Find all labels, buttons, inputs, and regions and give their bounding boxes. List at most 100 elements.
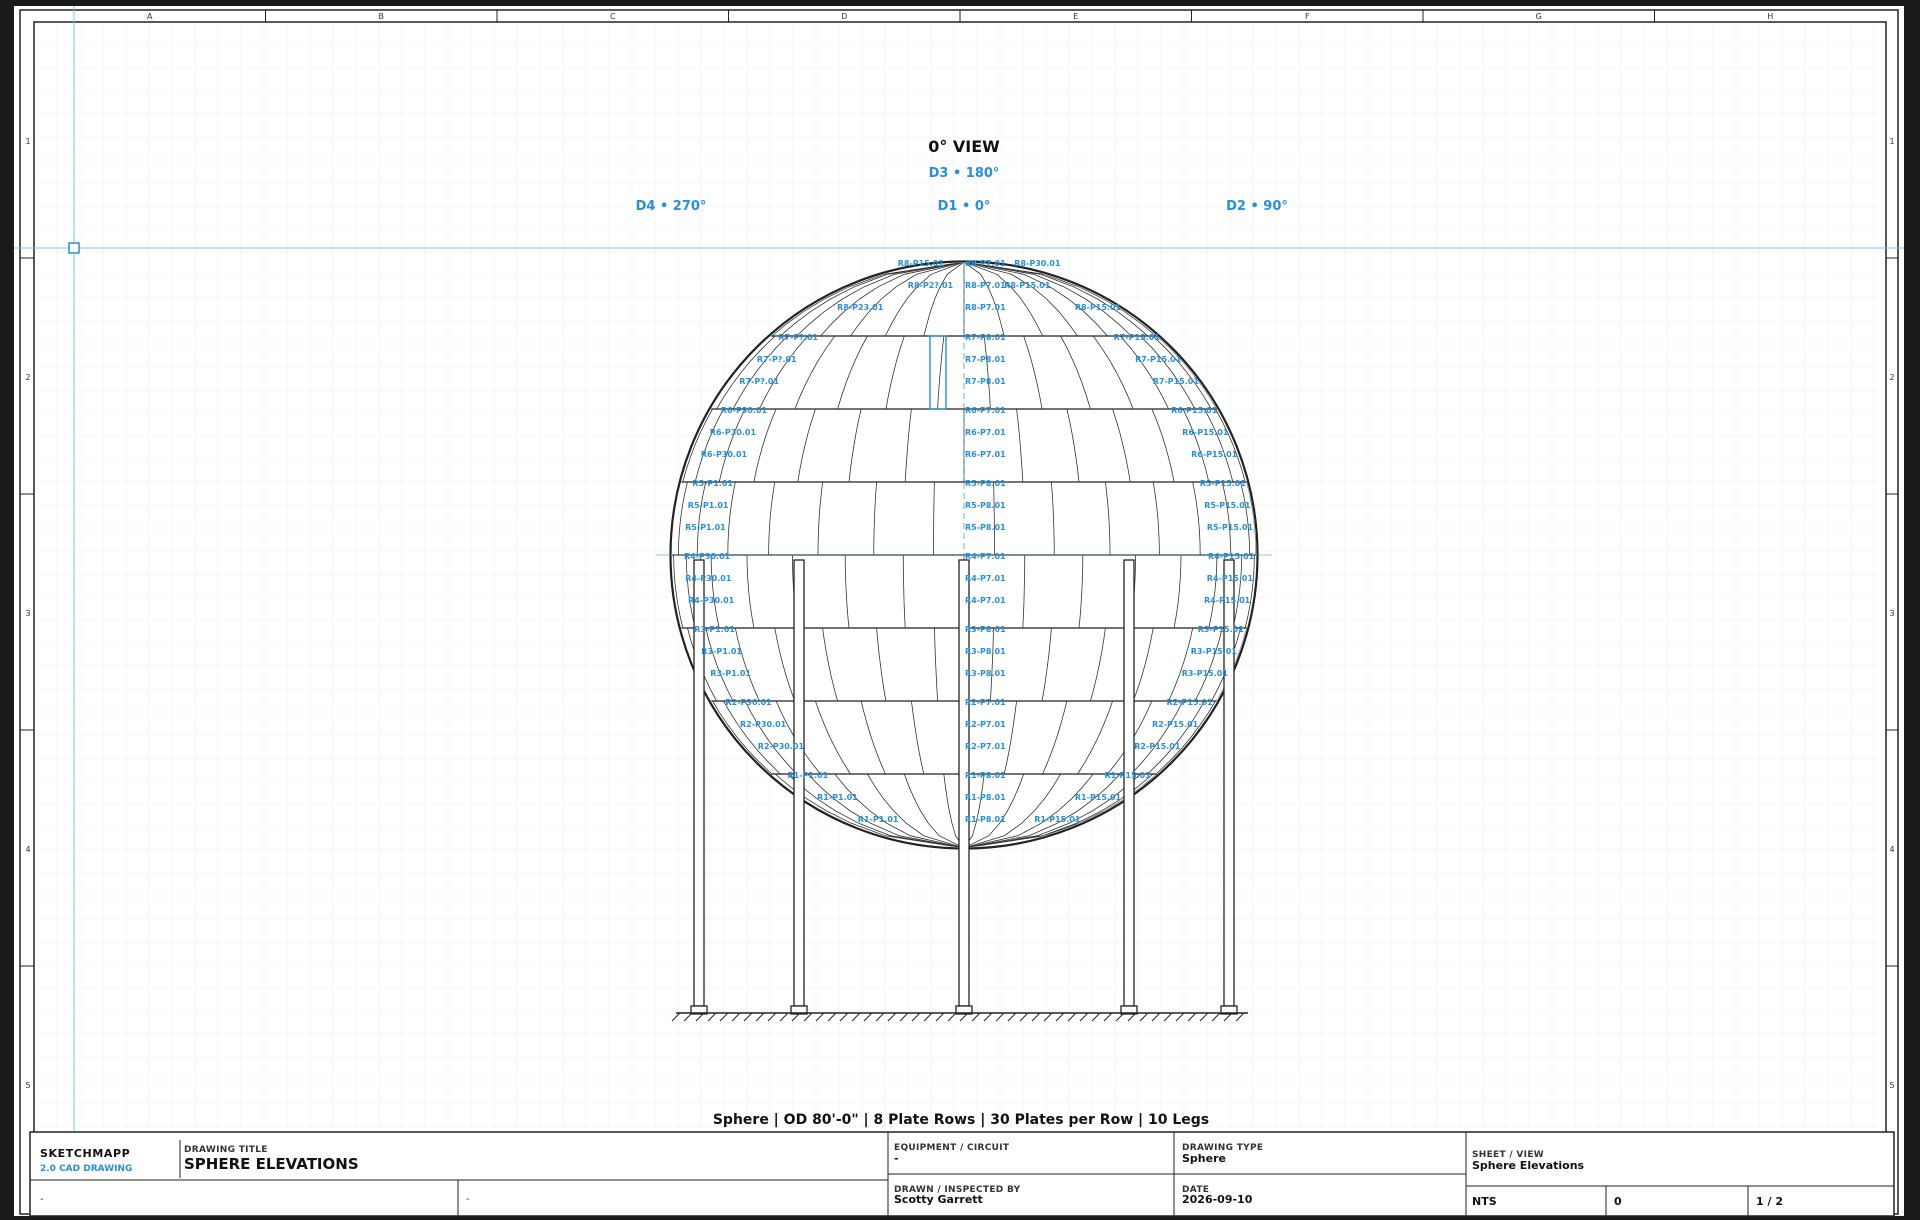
plate-label-center: R8-P7.01	[965, 281, 1006, 290]
direction-d2: D2 • 90°	[1226, 199, 1288, 214]
plate-label-center: R6-P7.01	[965, 450, 1006, 459]
sheet-view-value: Sphere Elevations	[1472, 1159, 1585, 1172]
field-b-value: -	[466, 1194, 470, 1205]
drawn-by-value: Scotty Garrett	[894, 1193, 983, 1206]
plate-label-left: R7-P?.01	[778, 333, 818, 342]
scale-value: NTS	[1472, 1195, 1497, 1208]
plate-label-left: R6-P30.01	[701, 450, 748, 459]
plate-label-left: R1-P1.01	[788, 771, 829, 780]
plate-label-center: R3-P8.01	[965, 647, 1006, 656]
zone-row-label: 1	[25, 137, 30, 146]
plate-label-left: R3-P1.01	[710, 669, 751, 678]
plate-label-center: R7-P8.01	[965, 333, 1006, 342]
zone-row-label: 5	[25, 1081, 30, 1090]
plate-label-center: R8-P7.01	[965, 259, 1006, 268]
sphere-leg[interactable]	[1123, 559, 1135, 1007]
direction-d1: D1 • 0°	[938, 199, 991, 214]
plate-label-center: R3-P8.01	[965, 625, 1006, 634]
plate-label-left: R5-P1.01	[685, 523, 726, 532]
plate-label-left: R7-P?.01	[757, 355, 797, 364]
guide-handle[interactable]	[68, 242, 80, 254]
zone-row-label: 4	[25, 845, 30, 854]
plate-label-right: R7-P15.01	[1153, 377, 1200, 386]
equipment-label: EQUIPMENT / CIRCUIT	[894, 1143, 1010, 1153]
plate-label-center: R2-P7.01	[965, 720, 1006, 729]
plate-label-right: R8-P15.01	[898, 259, 945, 268]
plate-label-center: R2-P7.01	[965, 742, 1006, 751]
zone-row-label: 2	[1889, 373, 1894, 382]
zone-column-label: C	[610, 12, 616, 21]
plate-label-right: R6-P15.01	[1191, 450, 1238, 459]
plate-label-center: R6-P7.01	[965, 406, 1006, 415]
zone-column-label: H	[1767, 12, 1773, 21]
view-title: 0° VIEW	[928, 137, 1000, 156]
plate-label-right: R6-P15.01	[1182, 428, 1229, 437]
plate-label-center: R2-P7.01	[965, 698, 1006, 707]
plate-label-right: R2-P15.01	[1134, 742, 1181, 751]
plate-label-right: R5-P15.01	[1200, 479, 1247, 488]
plate-label-right: R8-P15.01	[1075, 303, 1122, 312]
title-block: SKETCHMAPP 2.0 CAD DRAWING DRAWING TITLE…	[29, 1131, 1895, 1217]
plate-label-left: R4-P30.01	[688, 596, 735, 605]
plate-label-right: R7-P15.01	[1114, 333, 1161, 342]
revision-value: 0	[1614, 1195, 1622, 1208]
drawing-canvas[interactable]: A B C D E F G H 1 1 2 2 3 3 4 4 5 5 0° VIEW D3 • 180° D4 …	[0, 0, 1920, 1220]
field-a-value: -	[40, 1194, 44, 1205]
plate-label-center: R5-P8.01	[965, 523, 1006, 532]
drawing-caption: Sphere | OD 80'-0" | 8 Plate Rows | 30 P…	[713, 1112, 1209, 1128]
zone-row-label: 4	[1889, 845, 1894, 854]
plate-label-right: R5-P15.01	[1204, 501, 1251, 510]
plate-label-center: R1-P8.01	[965, 771, 1006, 780]
plate-label-right: R1-P15.01	[1075, 793, 1122, 802]
plate-label-left: R7-P?.01	[739, 377, 779, 386]
drawing-title-label: DRAWING TITLE	[184, 1145, 268, 1155]
zone-column-label: B	[379, 12, 385, 21]
plate-label-center: R8-P7.01	[965, 303, 1006, 312]
plate-label-right: R3-P15.01	[1182, 669, 1229, 678]
zone-column-label: G	[1536, 12, 1542, 21]
plate-label-right: R3-P15.01	[1191, 647, 1238, 656]
zone-column-label: F	[1305, 12, 1310, 21]
plate-label-left: R6-P30.01	[721, 406, 768, 415]
date-value: 2026-09-10	[1182, 1193, 1253, 1206]
zone-row-label: 3	[25, 609, 30, 618]
zone-row-label: 3	[1889, 609, 1894, 618]
plate-label-left: R4-P30.01	[685, 574, 732, 583]
zone-column-label: D	[841, 12, 847, 21]
plate-label-left: R2-P30.01	[726, 698, 773, 707]
plate-label-right: R2-P15.01	[1167, 698, 1214, 707]
drawing-type-value: Sphere	[1182, 1152, 1226, 1165]
plate-label-right: R1-P15.01	[1034, 815, 1081, 824]
plate-label-left: R4-P30.01	[684, 552, 731, 561]
direction-d3: D3 • 180°	[929, 166, 1000, 181]
zone-column-label: A	[147, 12, 153, 21]
plate-label-right: R4-P15.01	[1204, 596, 1251, 605]
plate-label-left: R3-P1.01	[701, 647, 742, 656]
plate-label-right: R6-P15.01	[1171, 406, 1218, 415]
plate-label-left: R1-P1.01	[858, 815, 899, 824]
plate-label-center: R6-P7.01	[965, 428, 1006, 437]
plate-label-left: R2-P30.01	[758, 742, 805, 751]
plate-label-center: R5-P8.01	[965, 501, 1006, 510]
plate-label-right: R5-P15.01	[1207, 523, 1254, 532]
plate-label-right: R2-P15.01	[1152, 720, 1199, 729]
plate-label-right: R1-P15.01	[1105, 771, 1152, 780]
sheet-number: 1 / 2	[1756, 1195, 1783, 1208]
zone-row-label: 5	[1889, 1081, 1894, 1090]
plate-label-left: R6-P30.01	[710, 428, 757, 437]
sphere-leg[interactable]	[793, 559, 805, 1007]
plate-label-right: R7-P15.01	[1135, 355, 1182, 364]
equipment-value: -	[894, 1152, 899, 1165]
plate-label-left: R8-P30.01	[1014, 259, 1061, 268]
plate-label-center: R4-P7.01	[965, 596, 1006, 605]
plate-label-left: R2-P30.01	[740, 720, 787, 729]
zone-row-label: 2	[25, 373, 30, 382]
plate-label-right: R3-P15.01	[1198, 625, 1245, 634]
plate-label-left: R5-P1.01	[692, 479, 733, 488]
plate-label-center: R4-P7.01	[965, 574, 1006, 583]
plate-label-left: R3-P1.01	[694, 625, 735, 634]
plate-label-left: R1-P1.01	[817, 793, 858, 802]
plate-label-left: R5-P1.01	[688, 501, 729, 510]
plate-label-center: R1-P8.01	[965, 815, 1006, 824]
plate-label-right: R4-P15.01	[1207, 574, 1254, 583]
